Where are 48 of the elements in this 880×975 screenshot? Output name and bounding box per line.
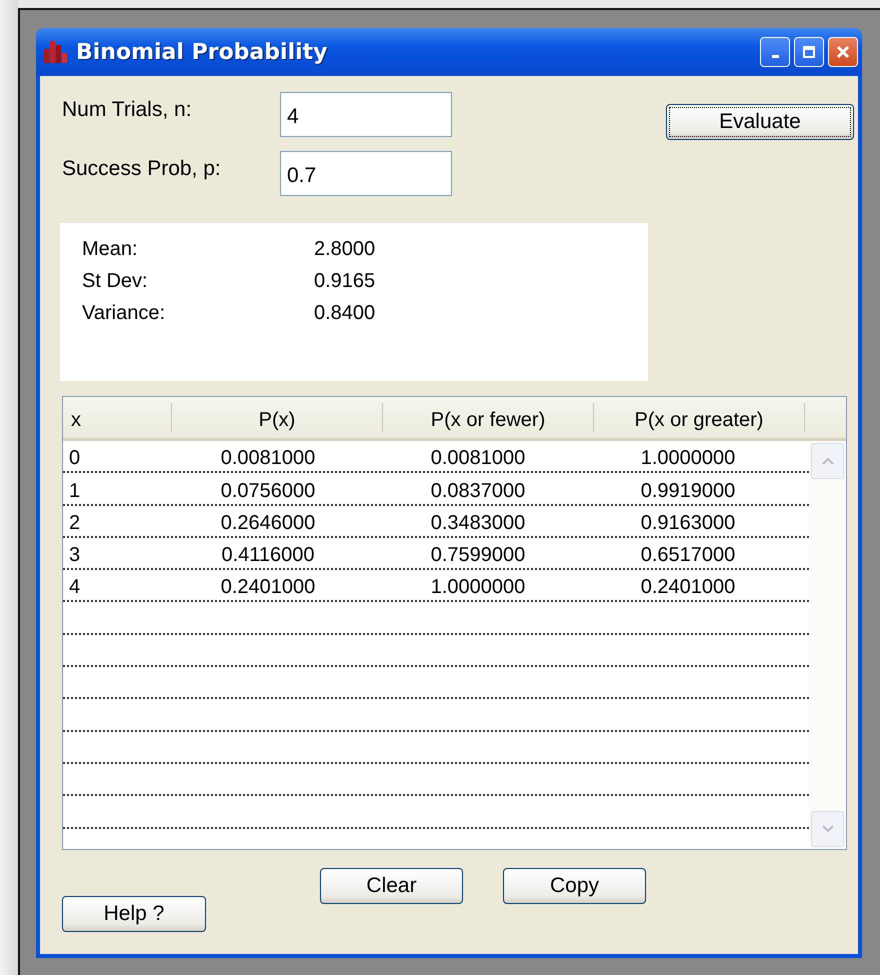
stat-value: 2.8000 <box>314 237 376 262</box>
chevron-down-icon <box>820 824 834 834</box>
column-header[interactable]: x <box>63 403 172 432</box>
table-cell-text: 0.6517000 <box>640 543 736 568</box>
maximize-button[interactable] <box>794 37 824 67</box>
column-header[interactable]: P(x) <box>172 403 383 432</box>
minimize-button[interactable] <box>760 37 790 67</box>
table-cell-text: 0.0081000 <box>430 446 526 472</box>
column-header[interactable]: P(x or greater) <box>594 403 805 432</box>
input-field[interactable]: 0.7 <box>280 151 452 196</box>
table-cell-text: 0.9163000 <box>640 510 736 536</box>
stat-label: St Dev: <box>82 269 149 294</box>
table-cell-text: 0.2401000 <box>640 575 736 600</box>
chevron-up-icon <box>820 456 834 466</box>
input-field[interactable]: 4 <box>280 92 452 137</box>
copy-button[interactable]: Copy <box>503 868 646 904</box>
table-cell-text: 0.7599000 <box>430 543 526 568</box>
column-header[interactable]: P(x or fewer) <box>383 403 594 432</box>
maximize-icon <box>802 45 816 59</box>
window-title: Binomial Probability <box>76 40 328 64</box>
table-cell-text: 0.3483000 <box>430 510 526 536</box>
table-cell-text: 2 <box>68 510 82 536</box>
table-cell-text: 0.0756000 <box>220 478 316 504</box>
table-cell-text: 1 <box>68 478 82 504</box>
close-icon <box>836 45 850 59</box>
bar-chart-icon <box>44 41 68 63</box>
stat-label: Mean: <box>82 237 139 262</box>
table-cell-text: 4 <box>68 575 82 600</box>
stat-label: Variance: <box>82 301 166 326</box>
help-button[interactable]: Help ? <box>62 896 206 932</box>
clear-button[interactable]: Clear <box>320 868 463 904</box>
table-cell-text: 0 <box>68 446 82 472</box>
evaluate-button[interactable]: Evaluate <box>666 104 854 140</box>
field-label: Success Prob, p: <box>62 156 222 181</box>
table-cell-text: 1.0000000 <box>640 446 736 472</box>
table-cell-text: 0.0081000 <box>220 446 316 472</box>
field-label: Num Trials, n: <box>62 97 193 122</box>
stat-value: 0.9165 <box>314 269 376 294</box>
table-cell-text: 1.0000000 <box>430 575 526 600</box>
table-cell-text: 0.0837000 <box>430 478 526 504</box>
table-cell-text: 0.2401000 <box>220 575 316 600</box>
table-cell-text: 3 <box>68 543 82 568</box>
table-cell-text: 0.9919000 <box>640 478 736 504</box>
minimize-icon <box>772 54 778 58</box>
table-cell-text: 0.4116000 <box>220 543 316 568</box>
close-button[interactable] <box>828 37 858 67</box>
table-cell-text: 0.2646000 <box>220 510 316 536</box>
stat-value: 0.8400 <box>314 301 376 326</box>
